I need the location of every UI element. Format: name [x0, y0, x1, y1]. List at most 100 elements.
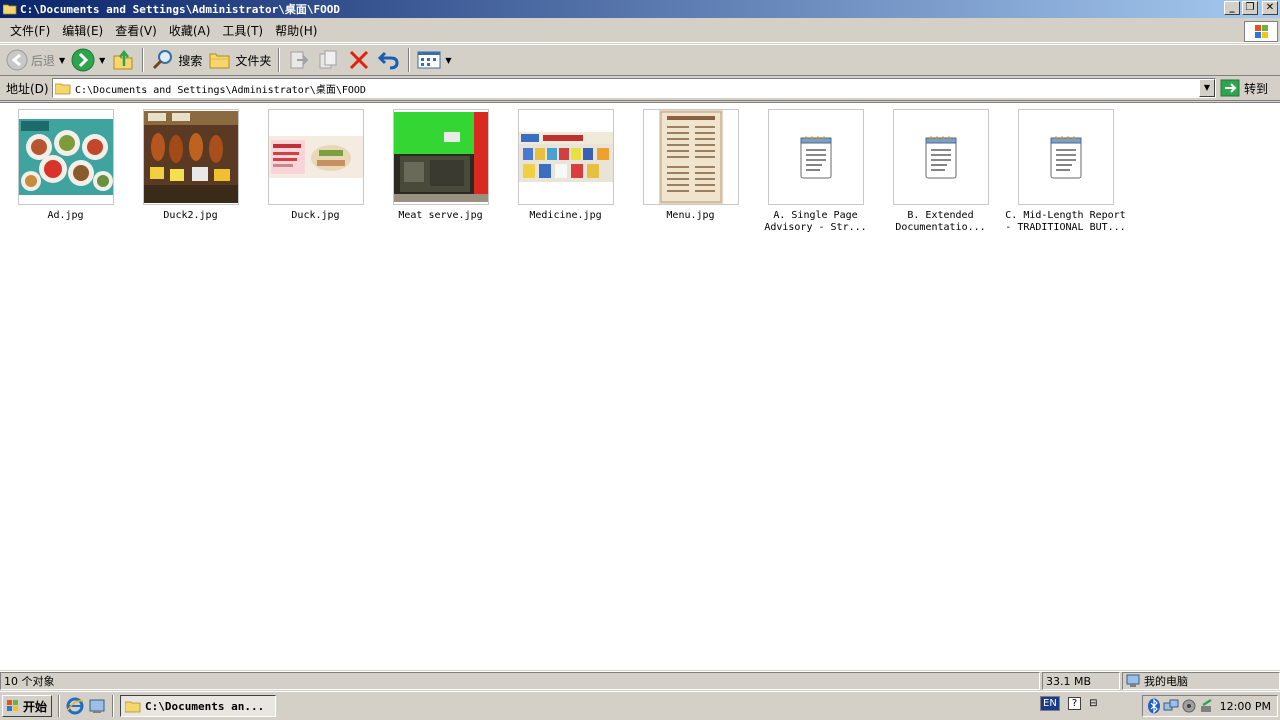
folder-icon — [3, 4, 17, 15]
menu-favorites[interactable]: 收藏(A) — [163, 22, 217, 39]
quicklaunch-separator — [58, 695, 60, 717]
back-dropdown-icon[interactable]: ▼ — [59, 56, 65, 65]
file-name: Duck.jpg — [291, 210, 340, 221]
toolbar-separator — [408, 48, 411, 72]
views-icon — [417, 51, 441, 69]
title-bar[interactable]: C:\Documents and Settings\Administrator\… — [0, 0, 1280, 18]
start-button[interactable]: 开始 — [2, 695, 52, 717]
status-bar: 10 个对象 33.1 MB 我的电脑 — [0, 671, 1280, 690]
minimize-button[interactable]: _ — [1224, 1, 1240, 15]
taskbar-window-label: C:\Documents an... — [145, 699, 265, 713]
volume-icon[interactable] — [1181, 698, 1197, 714]
bluetooth-icon[interactable] — [1147, 698, 1161, 714]
folders-icon — [209, 53, 230, 69]
undo-icon — [378, 51, 399, 70]
close-button[interactable]: ✕ — [1262, 1, 1278, 15]
image-thumbnail[interactable] — [517, 109, 614, 205]
image-thumbnail[interactable] — [267, 109, 364, 205]
file-item[interactable]: Ad.jpg — [3, 109, 128, 222]
language-indicator[interactable]: EN — [1040, 696, 1060, 711]
clock[interactable]: 12:00 PM — [1220, 700, 1271, 713]
image-thumbnail[interactable] — [642, 109, 739, 205]
file-item[interactable]: A. Single Page Advisory - Str... — [753, 109, 878, 234]
window-title: C:\Documents and Settings\Administrator\… — [20, 3, 341, 16]
notepad-document-icon — [1050, 136, 1081, 179]
system-tray: 12:00 PM — [1142, 695, 1278, 717]
restore-button[interactable]: ❐ — [1242, 1, 1258, 15]
menu-edit[interactable]: 编辑(E) — [56, 22, 109, 39]
search-button[interactable]: 搜索 — [148, 46, 205, 74]
folders-label: 文件夹 — [235, 53, 272, 68]
meat-serve-image-icon — [393, 112, 488, 202]
menu-image-icon — [658, 110, 723, 204]
go-button[interactable]: 转到 — [1220, 78, 1268, 98]
file-item[interactable]: Menu.jpg — [628, 109, 753, 222]
file-item[interactable]: Meat serve.jpg — [378, 109, 503, 222]
file-item[interactable]: Duck.jpg — [253, 109, 378, 222]
notepad-document-icon — [800, 136, 831, 179]
go-label: 转到 — [1244, 81, 1269, 96]
delete-x-icon — [350, 50, 369, 70]
notepad-document-icon — [925, 136, 956, 179]
views-dropdown-icon[interactable]: ▼ — [445, 56, 451, 65]
show-desktop-icon[interactable] — [88, 697, 106, 715]
undo-button[interactable] — [374, 46, 404, 74]
file-name: C. Mid-Length Report - TRADITIONAL BUT..… — [1005, 210, 1126, 233]
ad-image-icon — [18, 119, 113, 195]
file-item[interactable]: Duck2.jpg — [128, 109, 253, 222]
menu-help[interactable]: 帮助(H) — [269, 22, 323, 39]
forward-button[interactable]: ▼ — [68, 46, 108, 74]
document-thumbnail[interactable] — [767, 109, 864, 205]
file-name: B. Extended Documentatio... — [895, 210, 986, 233]
medicine-image-icon — [518, 132, 613, 182]
toolbar-separator — [142, 48, 145, 72]
up-folder-button[interactable] — [108, 46, 138, 74]
windows-logo — [1244, 21, 1278, 42]
file-name: Medicine.jpg — [529, 210, 602, 221]
toolbar: 后退 ▼ ▼ 搜索 文件夹 ▼ — [0, 44, 1280, 76]
go-arrow-icon — [1220, 79, 1240, 97]
file-item[interactable]: Medicine.jpg — [503, 109, 628, 222]
back-button[interactable]: 后退 ▼ — [3, 46, 68, 74]
help-icon[interactable]: ? — [1067, 697, 1082, 710]
up-folder-icon — [113, 49, 133, 70]
file-item[interactable]: C. Mid-Length Report - TRADITIONAL BUT..… — [1003, 109, 1128, 234]
network-icon[interactable] — [1163, 698, 1179, 714]
file-view[interactable]: Ad.jpg Duck2.jpg Duck.jpg Meat serve.jpg… — [0, 102, 1280, 670]
copy-to-button[interactable] — [314, 46, 344, 74]
windows-flag-icon — [1255, 25, 1268, 38]
status-location-label: 我的电脑 — [1144, 675, 1188, 688]
file-name: Meat serve.jpg — [398, 210, 483, 221]
forward-arrow-icon — [71, 48, 95, 72]
address-dropdown-icon[interactable]: ▼ — [1199, 79, 1215, 97]
menu-tools[interactable]: 工具(T) — [216, 22, 269, 39]
views-button[interactable]: ▼ — [414, 46, 454, 74]
folders-button[interactable]: 文件夹 — [205, 46, 274, 74]
delete-button[interactable] — [344, 46, 374, 74]
forward-dropdown-icon[interactable]: ▼ — [99, 56, 105, 65]
file-name: A. Single Page Advisory - Str... — [764, 210, 867, 233]
menu-view[interactable]: 查看(V) — [109, 22, 163, 39]
file-item[interactable]: B. Extended Documentatio... — [878, 109, 1003, 234]
status-size: 33.1 MB — [1042, 672, 1120, 690]
windows-flag-icon — [7, 700, 18, 711]
back-arrow-icon — [6, 49, 28, 71]
ime-options-icon[interactable]: ⊟ — [1089, 698, 1097, 709]
move-to-button[interactable] — [284, 46, 314, 74]
status-location: 我的电脑 — [1122, 672, 1280, 690]
image-thumbnail[interactable] — [142, 109, 239, 205]
search-icon — [153, 50, 173, 70]
document-thumbnail[interactable] — [1017, 109, 1114, 205]
taskbar-window-button[interactable]: C:\Documents an... — [120, 695, 276, 717]
address-input[interactable]: C:\Documents and Settings\Administrator\… — [52, 78, 1216, 98]
image-thumbnail[interactable] — [392, 109, 489, 205]
folder-icon — [55, 83, 71, 94]
safely-remove-icon[interactable] — [1199, 698, 1215, 714]
duck-image-icon — [268, 136, 363, 178]
address-value: C:\Documents and Settings\Administrator\… — [75, 84, 366, 96]
image-thumbnail[interactable] — [17, 109, 114, 205]
toolbar-separator — [278, 48, 281, 72]
document-thumbnail[interactable] — [892, 109, 989, 205]
menu-file[interactable]: 文件(F) — [4, 22, 56, 39]
internet-explorer-icon[interactable] — [66, 697, 84, 715]
